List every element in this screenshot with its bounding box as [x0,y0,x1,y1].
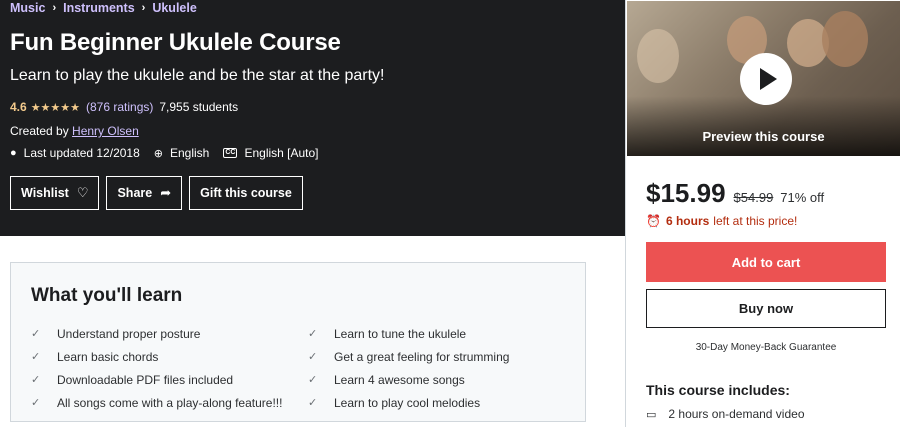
list-item: ✓ Understand proper posture [31,322,282,345]
video-icon: ▭ [646,408,657,421]
list-item: ✓ Learn to tune the ukulele [308,322,509,345]
preview-shade [627,96,900,156]
course-meta: ● Last updated 12/2018 ⊕ English CC Engl… [10,146,333,160]
chevron-right-icon: › [141,2,146,14]
includes-title: This course includes: [646,382,790,398]
list-item: ✓ Downloadable PDF files included [31,368,282,391]
created-by: Created by Henry Olsen [10,124,139,138]
price-timer: ⏰ 6 hours left at this price! [646,214,797,228]
instructor-link[interactable]: Henry Olsen [72,124,139,138]
star-rating-icon: ★★★★★ [30,101,80,114]
list-item: ✓ Get a great feeling for strumming [308,345,509,368]
list-item: ✓ All songs come with a play-along featur… [31,391,282,414]
timer-hours: 6 hours [665,214,710,228]
share-label: Share [117,186,153,200]
created-by-label: Created by [10,124,69,138]
alarm-clock-icon: ⏰ [646,214,661,228]
current-price: $15.99 [646,178,726,208]
captions: CC English [Auto] [223,146,319,160]
course-actions: Wishlist ♡ Share ➦ Gift this course [10,176,310,210]
what-you-learn-box: What you'll learn ✓ Understand proper pos… [10,262,586,422]
check-icon: ✓ [308,351,318,363]
course-preview-video[interactable]: Preview this course [627,1,900,156]
preview-label: Preview this course [702,129,825,144]
closed-captions-icon: CC [223,148,238,158]
learn-item-text: Downloadable PDF files included [57,372,234,387]
check-icon: ✓ [31,351,41,363]
list-item: ✓ Learn basic chords [31,345,282,368]
purchase-sidebar: Preview this course $15.99 $54.99 71% of… [625,0,900,427]
check-icon: ✓ [308,374,318,386]
captions-text: English [Auto] [244,146,319,160]
rating-row: 4.6 ★★★★★ (876 ratings) 7,955 students [10,100,238,114]
learn-item-text: Understand proper posture [57,326,201,341]
price-row: $15.99 $54.99 71% off [646,178,824,209]
last-updated: ● Last updated 12/2018 [10,146,140,160]
includes-item: ▭ 2 hours on-demand video [646,407,805,421]
learn-item-text: Learn to tune the ukulele [334,326,467,341]
globe-icon: ⊕ [153,147,163,160]
wishlist-button[interactable]: Wishlist ♡ [10,176,100,210]
last-updated-text: Last updated 12/2018 [23,146,140,160]
students-count: 7,955 students [159,100,239,114]
gift-course-button[interactable]: Gift this course [189,176,303,210]
what-you-learn-title: What you'll learn [31,285,183,306]
play-icon [760,68,777,90]
check-icon: ✓ [31,374,41,386]
ratings-count-link[interactable]: (876 ratings) [86,100,153,114]
check-icon: ✓ [31,328,41,340]
learn-item-text: All songs come with a play-along feature… [57,395,283,410]
list-item: ✓ Learn 4 awesome songs [308,368,509,391]
learn-item-text: Learn to play cool melodies [334,395,481,410]
add-to-cart-button[interactable]: Add to cart [646,242,886,282]
discount-percent: 71% off [780,190,825,205]
breadcrumb-instruments[interactable]: Instruments [63,1,135,15]
play-button[interactable] [740,53,792,105]
chevron-right-icon: › [52,2,57,14]
learn-item-text: Get a great feeling for strumming [334,349,510,364]
course-subtitle: Learn to play the ukulele and be the sta… [10,67,385,84]
check-icon: ✓ [31,397,41,409]
course-title: Fun Beginner Ukulele Course [10,29,341,56]
check-icon: ✓ [308,328,318,340]
learn-item-text: Learn basic chords [57,349,159,364]
learn-item-text: Learn 4 awesome songs [334,372,465,387]
check-icon: ✓ [308,397,318,409]
timer-text: left at this price! [713,214,798,228]
rating-value: 4.6 [10,100,27,114]
breadcrumb-ukulele[interactable]: Ukulele [152,1,196,15]
learn-list-left: ✓ Understand proper posture ✓ Learn basic … [31,322,282,414]
share-arrow-icon: ➦ [160,185,172,200]
money-back-guarantee: 30-Day Money-Back Guarantee [695,342,837,353]
breadcrumb: Music › Instruments › Ukulele [10,1,197,15]
language: ⊕ English [154,146,210,160]
alert-circle-icon: ● [10,147,17,159]
wishlist-label: Wishlist [21,186,69,200]
gift-label: Gift this course [200,186,292,200]
share-button[interactable]: Share ➦ [106,176,183,210]
buy-now-button[interactable]: Buy now [646,289,886,328]
heart-icon: ♡ [76,185,89,200]
original-price: $54.99 [733,190,774,205]
preview-thumbnail-person [822,11,868,67]
preview-thumbnail-person [637,29,679,83]
list-item: ✓ Learn to play cool melodies [308,391,509,414]
learn-list-right: ✓ Learn to tune the ukulele ✓ Get a great … [308,322,509,414]
includes-item-text: 2 hours on-demand video [668,407,805,421]
language-text: English [169,146,210,160]
breadcrumb-music[interactable]: Music [10,1,45,15]
